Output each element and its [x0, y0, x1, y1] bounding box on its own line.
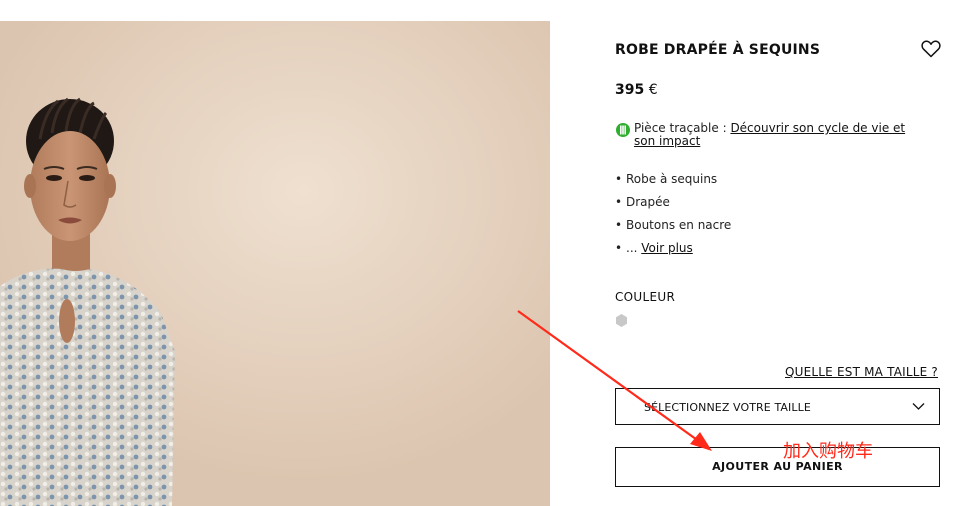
product-title: ROBE DRAPÉE À SEQUINS [615, 42, 821, 58]
product-image[interactable] [0, 21, 550, 506]
leaf-icon [615, 122, 631, 138]
see-more-link[interactable]: Voir plus [641, 241, 693, 255]
price-amount: 395 [615, 82, 645, 98]
size-select-value: SÉLECTIONNEZ VOTRE TAILLE [644, 401, 811, 414]
feature-item: Robe à sequins [615, 172, 731, 195]
color-label: COULEUR [615, 290, 676, 304]
product-price: 395 € [615, 82, 658, 98]
feature-item: Boutons en nacre [615, 218, 731, 241]
see-more-item: ... Voir plus [615, 241, 731, 264]
feature-list: Robe à sequins Drapée Boutons en nacre .… [615, 172, 731, 264]
annotation-text: 加入购物车 [783, 441, 873, 462]
price-currency: € [648, 82, 658, 98]
color-swatch[interactable] [614, 313, 629, 328]
feature-item: Drapée [615, 195, 731, 218]
heart-icon[interactable] [921, 40, 941, 58]
size-select[interactable]: SÉLECTIONNEZ VOTRE TAILLE [615, 388, 940, 425]
traceability-label: Pièce traçable : [634, 121, 731, 135]
add-to-cart-button[interactable]: AJOUTER AU PANIER [615, 447, 940, 487]
see-more-prefix: ... [626, 241, 642, 255]
traceability-info: Pièce traçable : Découvrir son cycle de … [615, 122, 925, 148]
chevron-down-icon [912, 401, 925, 411]
size-guide-link[interactable]: QUELLE EST MA TAILLE ? [785, 365, 938, 379]
